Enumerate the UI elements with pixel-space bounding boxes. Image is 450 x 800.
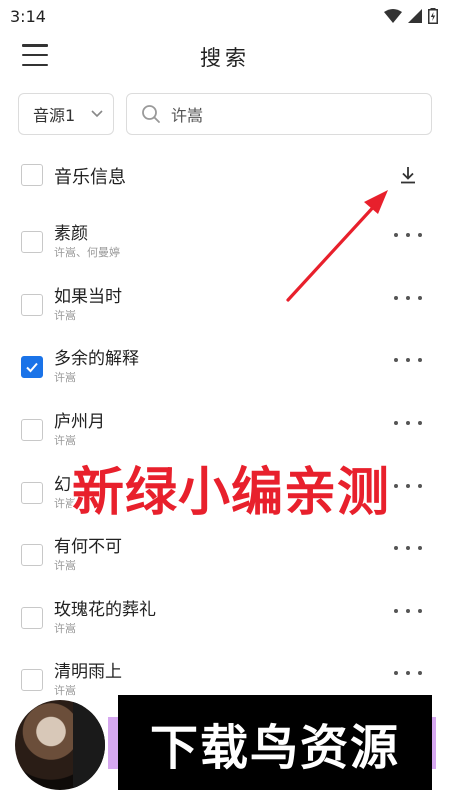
page-title: 搜索 — [200, 46, 250, 70]
song-row[interactable]: 多余的解释 许嵩 — [0, 342, 450, 404]
song-title: 庐州月 — [54, 412, 105, 432]
song-artist: 许嵩 — [54, 559, 76, 572]
status-bar: 3:14 — [0, 0, 450, 32]
more-icon[interactable] — [394, 601, 422, 621]
song-artist: 许嵩 — [54, 622, 76, 635]
song-checkbox[interactable] — [21, 669, 43, 691]
song-title: 素颜 — [54, 224, 88, 244]
list-header-label: 音乐信息 — [54, 167, 126, 188]
more-icon[interactable] — [394, 350, 422, 370]
song-checkbox[interactable] — [21, 607, 43, 629]
status-time: 3:14 — [10, 6, 46, 26]
song-checkbox[interactable] — [21, 544, 43, 566]
song-title: 如果当时 — [54, 287, 122, 307]
status-icons — [384, 8, 438, 24]
song-artist: 许嵩 — [54, 309, 76, 322]
song-artist: 许嵩、何曼婷 — [54, 246, 120, 259]
overlay-caption: 新绿小编亲测 — [71, 462, 391, 524]
song-title: 清明雨上 — [54, 662, 122, 682]
song-checkbox-checked[interactable] — [21, 356, 43, 378]
song-title: 玫瑰花的葬礼 — [54, 600, 156, 620]
song-title: 有何不可 — [54, 537, 122, 557]
song-checkbox[interactable] — [21, 482, 43, 504]
wifi-icon — [384, 9, 402, 23]
more-icon[interactable] — [394, 538, 422, 558]
more-icon[interactable] — [394, 663, 422, 683]
album-art[interactable] — [15, 700, 105, 790]
song-artist: 许嵩 — [54, 371, 76, 384]
song-row[interactable]: 玫瑰花的葬礼 许嵩 — [0, 593, 450, 655]
song-row[interactable]: 有何不可 许嵩 — [0, 530, 450, 592]
battery-icon — [428, 8, 438, 24]
more-icon[interactable] — [394, 413, 422, 433]
more-icon[interactable] — [394, 476, 422, 496]
source-select-value: 音源1 — [33, 106, 76, 125]
select-all-checkbox[interactable] — [21, 164, 43, 186]
search-box[interactable] — [126, 93, 432, 135]
signal-icon — [408, 9, 422, 23]
song-artist: 许嵩 — [54, 434, 76, 447]
search-input[interactable] — [171, 104, 411, 124]
annotation-arrow-icon — [286, 190, 388, 302]
watermark: 下载鸟资源 — [118, 695, 432, 790]
chevron-down-icon — [91, 110, 103, 118]
song-title: 多余的解释 — [54, 349, 139, 369]
check-icon — [26, 362, 38, 373]
song-checkbox[interactable] — [21, 231, 43, 253]
app-bar: 搜索 — [0, 32, 450, 80]
source-select[interactable]: 音源1 — [18, 93, 114, 135]
watermark-text: 下载鸟资源 — [149, 719, 400, 776]
search-icon — [142, 105, 160, 123]
song-title: 幻 — [54, 475, 71, 495]
song-checkbox[interactable] — [21, 294, 43, 316]
song-checkbox[interactable] — [21, 419, 43, 441]
